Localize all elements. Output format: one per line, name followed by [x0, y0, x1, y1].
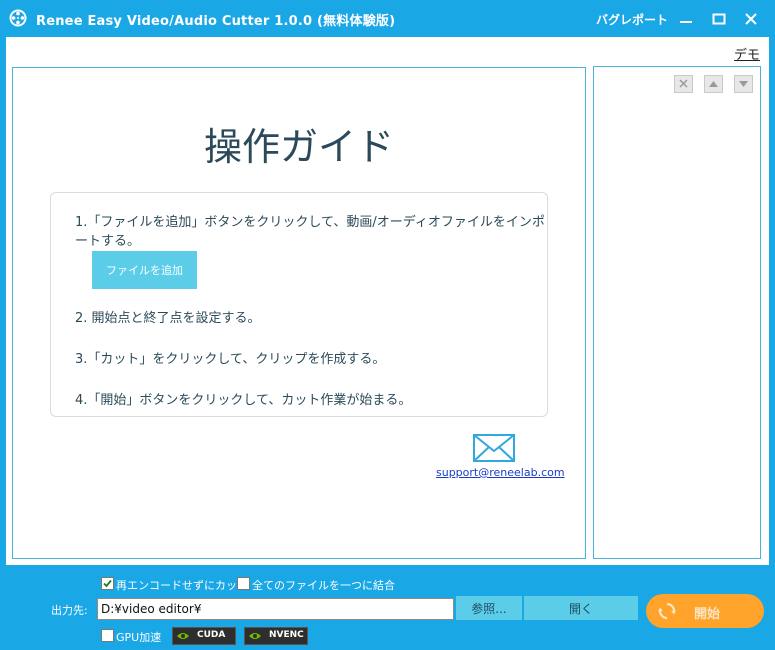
output-path-input[interactable]: D:¥video editor¥	[97, 598, 454, 620]
support-email-link[interactable]: support@reneelab.com	[436, 466, 565, 479]
cuda-badge: CUDA	[172, 627, 236, 645]
guide-step-1: 1.「ファイルを追加」ボタンをクリックして、動画/オーディオファイルをインポート…	[75, 215, 545, 249]
guide-step-2: 2. 開始点と終了点を設定する。	[75, 311, 261, 326]
start-button-label: 開始	[694, 607, 721, 622]
refresh-icon	[658, 602, 676, 620]
title-bar: Renee Easy Video/Audio Cutter 1.0.0 (無料体…	[0, 0, 775, 37]
cuda-label: CUDA	[197, 630, 226, 640]
close-icon[interactable]	[738, 6, 764, 32]
maximize-icon[interactable]	[706, 6, 732, 32]
guide-title: 操作ガイド	[203, 125, 394, 169]
demo-link[interactable]: デモ	[734, 44, 760, 63]
arrow-down-icon[interactable]	[734, 75, 753, 93]
gpu-accel-checkbox[interactable]	[101, 629, 114, 642]
nvidia-eye-icon	[249, 633, 261, 639]
merge-files-label: 全てのファイルを一つに結合	[252, 579, 395, 592]
no-reencode-checkbox[interactable]	[101, 577, 114, 590]
output-label: 出力先:	[51, 604, 88, 617]
minimize-icon[interactable]	[673, 6, 699, 32]
browse-button[interactable]: 参照...	[456, 596, 522, 620]
nvidia-eye-icon	[177, 633, 189, 639]
guide-steps-box: 1.「ファイルを追加」ボタンをクリックして、動画/オーディオファイルをインポート…	[50, 192, 548, 417]
checkmark-icon	[103, 579, 112, 588]
window-title: Renee Easy Video/Audio Cutter 1.0.0 (無料体…	[36, 14, 396, 29]
no-reencode-label: 再エンコードせずにカット	[116, 579, 248, 592]
guide-step-4: 4.「開始」ボタンをクリックして、カット作業が始まる。	[75, 393, 412, 408]
delete-file-button[interactable]	[674, 75, 693, 93]
bug-report-link[interactable]: バグレポート	[596, 11, 668, 28]
guide-panel: 操作ガイド 1.「ファイルを追加」ボタンをクリックして、動画/オーディオファイル…	[12, 67, 586, 559]
film-reel-icon	[9, 9, 27, 27]
open-folder-button[interactable]: 開く	[524, 596, 638, 620]
merge-files-checkbox[interactable]	[237, 577, 250, 590]
gpu-accel-label: GPU加速	[116, 631, 162, 644]
file-list-panel[interactable]	[593, 66, 761, 559]
add-file-button[interactable]: ファイルを追加	[92, 251, 197, 289]
guide-step-3: 3.「カット」をクリックして、クリップを作成する。	[75, 352, 386, 367]
mail-icon[interactable]	[473, 434, 515, 462]
nvenc-badge: NVENC	[244, 627, 308, 645]
nvenc-label: NVENC	[269, 630, 304, 640]
start-button[interactable]: 開始	[646, 594, 764, 628]
arrow-up-icon[interactable]	[704, 75, 723, 93]
